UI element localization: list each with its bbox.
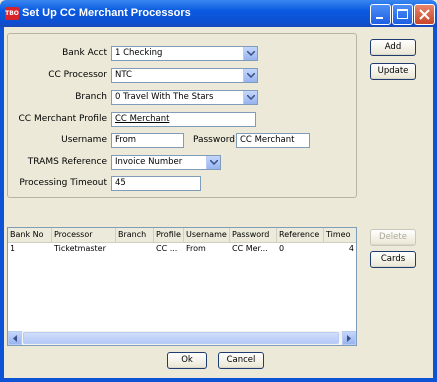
branch-dropdown[interactable]: 0 Travel With The Stars bbox=[111, 90, 258, 105]
minimize-button[interactable] bbox=[370, 4, 391, 25]
bank-acct-dropdown[interactable]: 1 Checking bbox=[111, 46, 258, 61]
maximize-icon bbox=[397, 9, 408, 19]
window-frame-left bbox=[0, 27, 4, 382]
chevron-down-icon bbox=[247, 73, 255, 78]
cancel-button[interactable]: Cancel bbox=[218, 352, 264, 369]
column-header[interactable]: Profile bbox=[154, 228, 184, 242]
chevron-down-icon bbox=[247, 51, 255, 56]
processors-grid[interactable]: Bank No Processor Branch Profile Usernam… bbox=[7, 227, 357, 346]
trams-reference-label: TRAMS Reference bbox=[27, 157, 107, 167]
title-bar[interactable]: TBO Set Up CC Merchant Processors bbox=[0, 0, 437, 27]
cc-processor-dropdown-button[interactable] bbox=[243, 69, 257, 82]
cc-merchant-profile-field[interactable]: CC Merchant bbox=[111, 112, 256, 127]
processing-timeout-label: Processing Timeout bbox=[19, 178, 107, 188]
cc-processor-dropdown[interactable]: NTC bbox=[111, 68, 258, 83]
table-row[interactable]: 1 Ticketmaster CC ... From CC Mer... 0 4 bbox=[8, 243, 356, 254]
column-header[interactable]: Username bbox=[184, 228, 230, 242]
scrollbar-thumb[interactable] bbox=[23, 332, 339, 344]
trams-reference-value: Invoice Number bbox=[115, 157, 183, 167]
cards-button[interactable]: Cards bbox=[370, 251, 416, 268]
password-field[interactable]: CC Merchant bbox=[236, 133, 310, 148]
dialog-window: TBO Set Up CC Merchant Processors Bank A… bbox=[0, 0, 437, 382]
bank-acct-dropdown-button[interactable] bbox=[243, 47, 257, 60]
username-field[interactable]: From bbox=[111, 133, 184, 148]
processing-timeout-field[interactable]: 45 bbox=[111, 176, 201, 191]
bank-acct-label: Bank Acct bbox=[62, 48, 107, 58]
chevron-left-icon bbox=[13, 335, 17, 342]
update-button[interactable]: Update bbox=[370, 63, 416, 80]
branch-label: Branch bbox=[75, 92, 107, 102]
close-icon bbox=[419, 9, 430, 20]
table-cell: Ticketmaster bbox=[54, 244, 106, 253]
trams-reference-dropdown[interactable]: Invoice Number bbox=[111, 155, 221, 170]
password-label: Password bbox=[192, 135, 235, 145]
chevron-down-icon bbox=[210, 160, 218, 165]
column-header[interactable]: Reference bbox=[277, 228, 324, 242]
window-frame-bottom bbox=[0, 378, 437, 382]
chevron-down-icon bbox=[247, 95, 255, 100]
scroll-right-button[interactable] bbox=[342, 331, 356, 345]
cc-merchant-profile-label: CC Merchant Profile bbox=[18, 114, 107, 124]
branch-dropdown-button[interactable] bbox=[243, 91, 257, 104]
minimize-icon bbox=[376, 17, 383, 19]
table-cell: 1 bbox=[10, 244, 16, 253]
grid-header: Bank No Processor Branch Profile Usernam… bbox=[8, 228, 356, 243]
column-header[interactable]: Password bbox=[230, 228, 277, 242]
cc-processor-label: CC Processor bbox=[48, 70, 107, 80]
chevron-right-icon bbox=[347, 335, 351, 342]
close-button[interactable] bbox=[414, 4, 435, 25]
username-label: Username bbox=[61, 135, 107, 145]
ok-button[interactable]: Ok bbox=[167, 352, 207, 369]
table-cell: From bbox=[186, 244, 206, 253]
delete-button[interactable]: Delete bbox=[370, 229, 416, 246]
table-cell: CC Mer... bbox=[232, 244, 268, 253]
table-cell: 4 bbox=[348, 244, 354, 253]
horizontal-scrollbar[interactable] bbox=[8, 331, 356, 345]
scroll-left-button[interactable] bbox=[8, 331, 22, 345]
column-header[interactable]: Bank No bbox=[8, 228, 52, 242]
column-header[interactable]: Processor bbox=[52, 228, 116, 242]
table-cell bbox=[116, 243, 154, 254]
trams-reference-dropdown-button[interactable] bbox=[206, 156, 220, 169]
table-cell: 0 bbox=[279, 244, 285, 253]
app-icon: TBO bbox=[5, 7, 19, 20]
table-cell: CC ... bbox=[156, 244, 178, 253]
branch-value: 0 Travel With The Stars bbox=[115, 92, 214, 102]
bank-acct-value: 1 Checking bbox=[115, 48, 163, 58]
cc-processor-value: NTC bbox=[115, 70, 132, 80]
maximize-button[interactable] bbox=[392, 4, 413, 25]
column-header[interactable]: Timeo bbox=[324, 228, 356, 242]
add-button[interactable]: Add bbox=[370, 39, 416, 56]
window-frame-right bbox=[433, 27, 437, 382]
window-title: Set Up CC Merchant Processors bbox=[22, 7, 191, 19]
column-header[interactable]: Branch bbox=[116, 228, 154, 242]
